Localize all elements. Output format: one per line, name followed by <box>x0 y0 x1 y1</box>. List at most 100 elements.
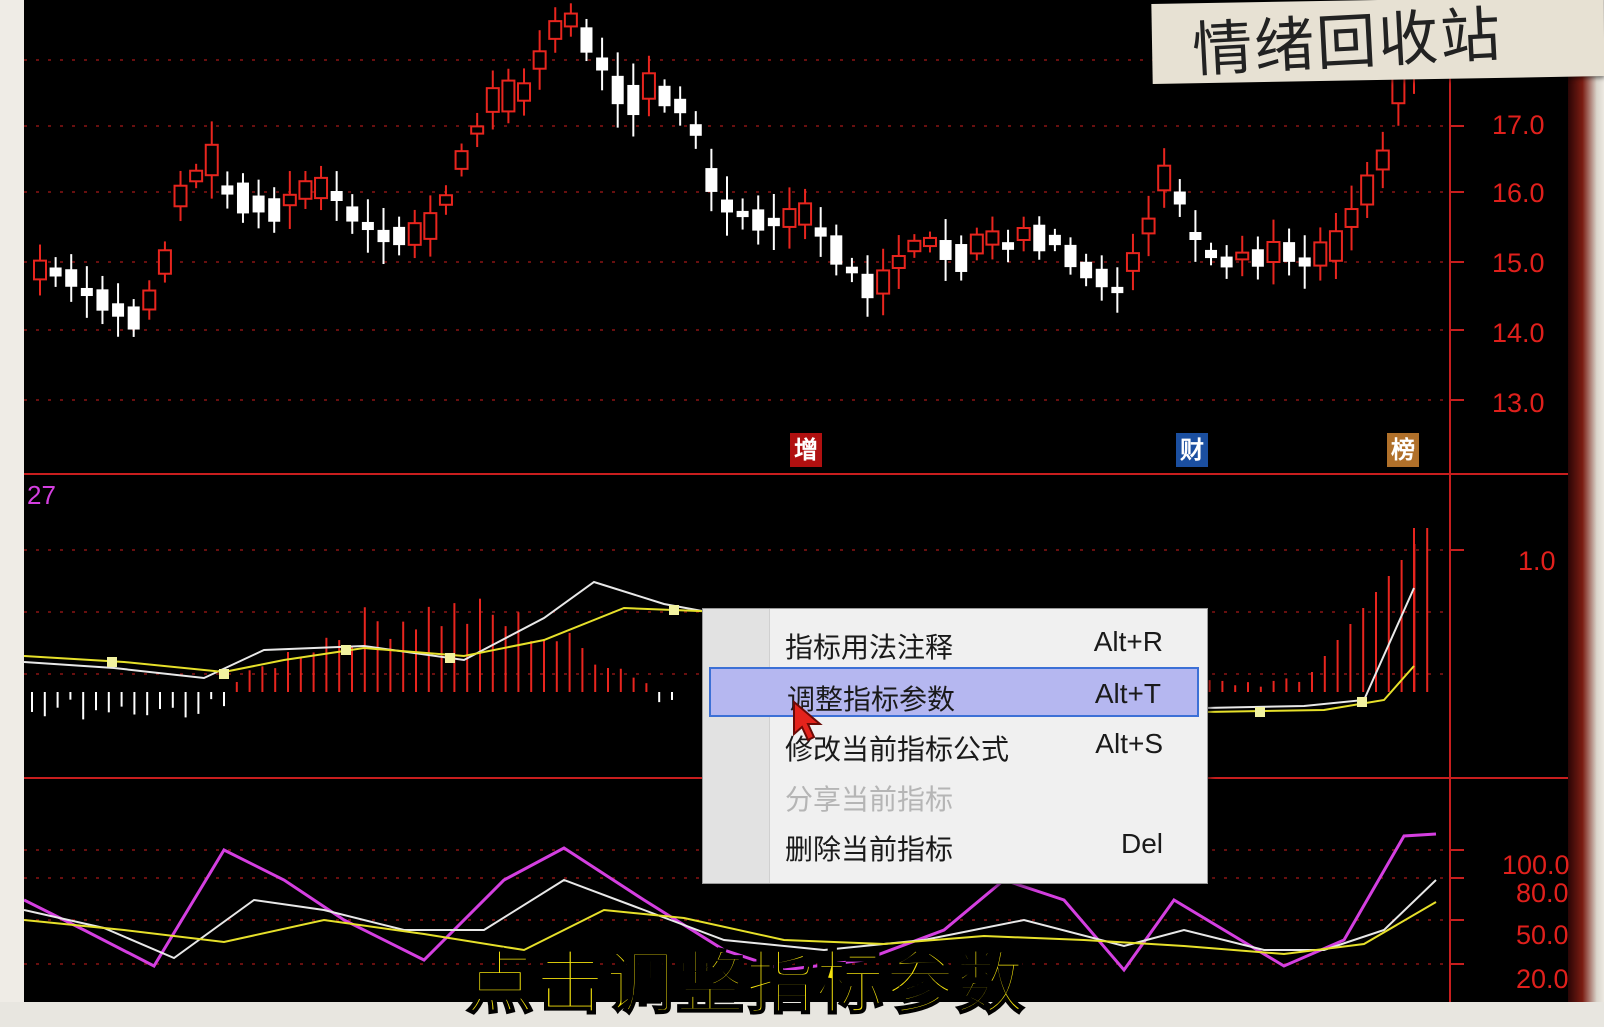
candle-body <box>1235 251 1250 261</box>
candle-body <box>1344 208 1359 228</box>
candle-body <box>674 98 687 114</box>
frame-right-edge <box>1568 0 1604 1002</box>
candle-body <box>798 202 813 226</box>
candle-body <box>782 208 797 228</box>
candle-body <box>1016 227 1031 241</box>
candle-body <box>922 236 937 248</box>
candle-body <box>611 75 624 105</box>
candle-body <box>112 303 125 317</box>
candle-body <box>721 199 733 213</box>
menu-item-label: 指标用法注释 <box>785 631 954 664</box>
candle-body <box>1064 244 1077 268</box>
frame-left-edge <box>0 0 24 1002</box>
kdj-axis-label: 20.0 <box>1516 964 1569 994</box>
event-marker-ranking[interactable]: 榜 <box>1387 433 1419 467</box>
candle-body <box>689 124 702 136</box>
candle-body <box>830 235 843 265</box>
candle-body <box>658 85 671 107</box>
candle-body <box>876 269 891 295</box>
mouse-cursor-icon <box>793 700 823 742</box>
candle-body <box>96 289 109 311</box>
candle-body <box>1375 149 1390 171</box>
candle-body <box>236 182 249 214</box>
candle-body <box>1080 261 1093 279</box>
candle-body <box>1189 231 1202 241</box>
candle-body <box>1125 252 1140 272</box>
candle-body <box>65 269 78 287</box>
kdj-axis-label: 80.0 <box>1516 878 1569 908</box>
candle-body <box>767 217 780 227</box>
macd-cross-marker <box>107 657 117 667</box>
candle-body <box>1033 224 1046 252</box>
menu-item-shortcut: Alt+S <box>1095 728 1163 759</box>
candle-body <box>1251 249 1264 267</box>
indicator-value-label: 27 <box>27 480 56 510</box>
menu-item-share-indicator: 分享当前指标 <box>709 769 1199 819</box>
menu-item-adjust-params[interactable]: 调整指标参数 Alt+T <box>709 667 1199 717</box>
candle-body <box>80 287 93 297</box>
candle-body <box>221 185 234 195</box>
candle-body <box>985 230 1000 246</box>
candle-body <box>1266 240 1281 264</box>
macd-cross-marker <box>669 605 679 615</box>
candle-body <box>627 84 640 116</box>
candle-body <box>1095 268 1108 288</box>
macd-cross-marker <box>1357 697 1367 707</box>
candle-body <box>407 222 422 246</box>
price-axis-label: 16.0 <box>1492 178 1545 208</box>
candle-body <box>1328 230 1343 262</box>
candle-body <box>969 233 984 255</box>
candle-body <box>142 289 157 311</box>
price-axis-label: 15.0 <box>1492 248 1545 278</box>
candle-body <box>377 229 390 243</box>
candle-body <box>705 168 718 192</box>
candle-body <box>393 226 406 246</box>
candle-body <box>361 221 374 231</box>
candle-body <box>268 198 281 222</box>
candle-body <box>501 79 516 113</box>
candle-body <box>1313 241 1328 267</box>
candle-body <box>1173 191 1186 205</box>
kdj-axis-label: 100.0 <box>1502 850 1570 880</box>
candle-body <box>127 306 140 330</box>
candle-body <box>33 259 47 281</box>
price-axis-label: 13.0 <box>1492 388 1545 418</box>
context-menu: 指标用法注释 Alt+R 调整指标参数 Alt+T 修改当前指标公式 Alt+S… <box>702 608 1208 884</box>
candle-body <box>1391 75 1406 105</box>
menu-item-shortcut: Del <box>1120 828 1163 859</box>
candle-body <box>470 125 485 135</box>
menu-item-edit-formula[interactable]: 修改当前指标公式 Alt+S <box>709 719 1199 769</box>
candle-body <box>423 212 438 240</box>
candle-body <box>517 82 532 102</box>
candle-body <box>330 191 343 201</box>
candle-body <box>49 267 62 277</box>
candle-body <box>1111 286 1124 294</box>
candle-body <box>814 227 827 237</box>
event-marker-increase[interactable]: 增 <box>790 433 822 467</box>
macd-cross-marker <box>445 653 455 663</box>
candle-body <box>1283 242 1296 262</box>
candle-body <box>580 27 593 53</box>
candle-body <box>438 194 453 206</box>
candle-body <box>955 244 968 272</box>
event-marker-finance[interactable]: 财 <box>1176 433 1208 467</box>
macd-cross-marker <box>1255 707 1265 717</box>
candle-body <box>189 169 204 183</box>
candle-body <box>1141 217 1156 235</box>
candle-body <box>157 249 172 275</box>
candle-body <box>736 210 749 218</box>
candle-body <box>485 87 500 113</box>
candle-body <box>596 57 609 71</box>
candle-body <box>314 176 329 200</box>
candle-body <box>1220 256 1233 268</box>
candle-body <box>1360 174 1375 206</box>
candle-body <box>1157 164 1172 192</box>
candle-body <box>532 50 547 70</box>
candle-body <box>563 12 578 28</box>
candle-body <box>939 240 952 260</box>
macd-cross-marker <box>219 669 229 679</box>
price-axis-label: 17.0 <box>1492 110 1545 140</box>
kdj-axis-label: 50.0 <box>1516 920 1569 950</box>
menu-item-indicator-usage[interactable]: 指标用法注释 Alt+R <box>709 617 1199 667</box>
menu-item-delete-indicator[interactable]: 删除当前指标 Del <box>709 819 1199 869</box>
